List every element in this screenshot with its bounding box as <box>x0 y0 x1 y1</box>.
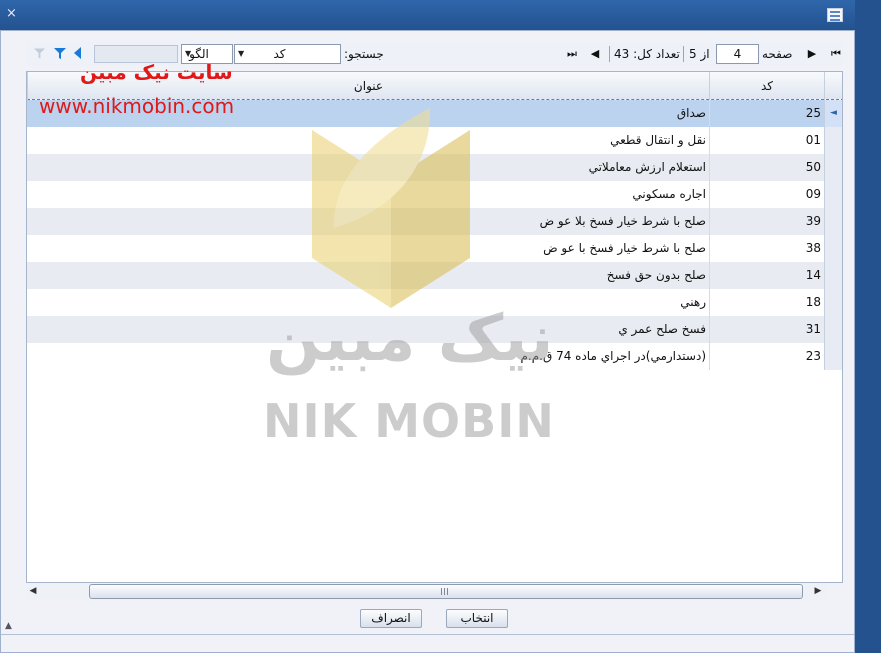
cell-code: 38 <box>709 235 824 262</box>
cell-code: 18 <box>709 289 824 316</box>
horizontal-scrollbar[interactable]: ◀ ▶ <box>26 583 828 600</box>
row-indicator <box>824 343 842 370</box>
clear-filter-icon[interactable] <box>34 48 45 59</box>
chevron-down-icon: ▼ <box>238 49 245 58</box>
table-row[interactable]: صلح بدون حق فسخ 14 <box>27 262 842 289</box>
cell-title: فسخ صلح عمر ي <box>618 322 706 336</box>
row-indicator <box>824 208 842 235</box>
cell-code: 31 <box>709 316 824 343</box>
cell-code: 25 <box>709 100 824 127</box>
search-label: جستجو: <box>344 47 384 61</box>
row-indicator <box>824 316 842 343</box>
search-field-value: کد <box>273 47 286 61</box>
row-indicator <box>824 154 842 181</box>
table-row[interactable]: اجاره مسكوني 09 <box>27 181 842 208</box>
row-indicator <box>824 289 842 316</box>
filter-icon[interactable] <box>54 48 66 59</box>
cancel-button[interactable]: انصراف <box>360 609 422 628</box>
toolbar-separator <box>683 46 684 62</box>
cell-code: 14 <box>709 262 824 289</box>
scrollbar-thumb[interactable] <box>89 584 803 599</box>
divider <box>1 634 854 635</box>
row-indicator <box>824 181 842 208</box>
page-number-input[interactable]: 4 <box>716 44 759 64</box>
table-row[interactable]: (دستدارمي)در اجراي ماده 74 ق.م.م 23 <box>27 343 842 370</box>
row-indicator <box>824 100 842 127</box>
cell-code: 50 <box>709 154 824 181</box>
row-indicator <box>824 262 842 289</box>
table-row[interactable]: صلح با شرط خيار فسخ با عو ض 38 <box>27 235 842 262</box>
cell-title: صلح بدون حق فسخ <box>606 268 706 282</box>
triangle-left-icon[interactable] <box>74 47 81 59</box>
next-page-button[interactable]: ▶ <box>805 45 819 63</box>
close-icon[interactable]: × <box>6 7 17 21</box>
site-url-overlay: www.nikmobin.com <box>39 94 235 118</box>
lookup-dialog: ⏮ ▶ صفحه 4 از 5 ◀ ⏭ تعداد کل: 43 جستجو: … <box>0 30 855 653</box>
table-row[interactable]: فسخ صلح عمر ي 31 <box>27 316 842 343</box>
page-label: صفحه <box>762 47 793 61</box>
cell-title: صلح با شرط خيار فسخ بلا عو ض <box>539 214 706 228</box>
table-row[interactable]: استعلام ارزش معاملاتي 50 <box>27 154 842 181</box>
resize-grip-icon[interactable]: ▲ <box>5 621 12 631</box>
pattern-value: الگو <box>189 47 209 61</box>
select-button[interactable]: انتخاب <box>446 609 508 628</box>
page-count-label: از 5 <box>689 47 710 61</box>
cell-title: صلح با شرط خيار فسخ با عو ض <box>543 241 706 255</box>
site-name-overlay: سایت نیک مبین <box>80 60 233 84</box>
cell-title: استعلام ارزش معاملاتي <box>588 160 706 174</box>
row-indicator <box>824 235 842 262</box>
window-right-border <box>855 0 881 653</box>
cell-code: 39 <box>709 208 824 235</box>
scroll-left-arrow-icon[interactable]: ◀ <box>26 583 40 600</box>
title-bar: × <box>0 0 881 30</box>
grip-icon <box>441 588 448 595</box>
column-header-indicator <box>824 72 842 100</box>
cell-title: اجاره مسكوني <box>632 187 706 201</box>
table-row[interactable]: رهني 18 <box>27 289 842 316</box>
cell-title: (دستدارمي)در اجراي ماده 74 ق.م.م <box>520 349 706 363</box>
table-row[interactable]: نقل و انتقال قطعي 01 <box>27 127 842 154</box>
last-page-button[interactable]: ⏭ <box>565 45 579 63</box>
cell-title: رهني <box>680 295 706 309</box>
toolbar-separator <box>609 46 610 62</box>
cell-code: 23 <box>709 343 824 370</box>
cell-title: نقل و انتقال قطعي <box>610 133 706 147</box>
cell-code: 01 <box>709 127 824 154</box>
records-grid: عنوان کد صداق25نقل و انتقال قطعي01استعلا… <box>26 71 843 583</box>
previous-page-button[interactable]: ◀ <box>588 45 602 63</box>
total-count-label: تعداد کل: 43 <box>614 47 680 61</box>
first-page-button[interactable]: ⏮ <box>829 45 843 63</box>
table-row[interactable]: صلح با شرط خيار فسخ بلا عو ض 39 <box>27 208 842 235</box>
column-header-code[interactable]: کد <box>709 72 824 100</box>
cell-code: 09 <box>709 181 824 208</box>
window-list-icon[interactable] <box>827 8 843 22</box>
search-field-select[interactable]: ▼ کد <box>234 44 341 64</box>
row-indicator <box>824 127 842 154</box>
scroll-right-arrow-icon[interactable]: ▶ <box>811 583 825 600</box>
